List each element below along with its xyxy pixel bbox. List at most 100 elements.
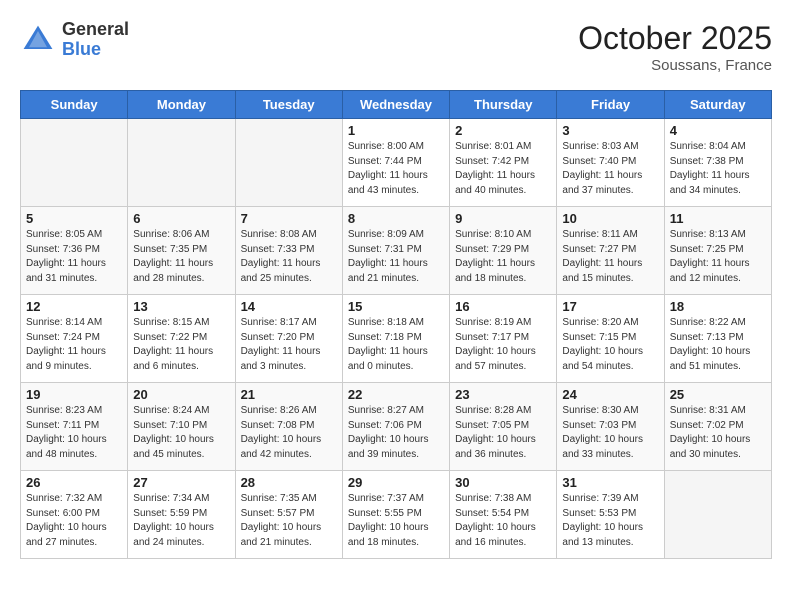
day-info: Sunrise: 8:06 AM Sunset: 7:35 PM Dayligh… [133,228,229,286]
day-number: 10 [562,211,658,226]
page-header: General Blue October 2025 Soussans, Fran… [20,20,772,74]
day-number: 6 [133,211,229,226]
day-info: Sunrise: 8:01 AM Sunset: 7:42 PM Dayligh… [455,140,551,198]
calendar-cell: 13 Sunrise: 8:15 AM Sunset: 7:22 PM Dayli… [128,295,235,383]
day-number: 28 [241,475,337,490]
day-number: 20 [133,387,229,402]
day-info: Sunrise: 8:24 AM Sunset: 7:10 PM Dayligh… [133,404,229,462]
calendar-subtitle: Soussans, France [578,57,772,74]
day-number: 29 [348,475,444,490]
calendar-cell: 18 Sunrise: 8:22 AM Sunset: 7:13 PM Dayli… [664,295,771,383]
day-number: 18 [670,299,766,314]
calendar-cell: 15 Sunrise: 8:18 AM Sunset: 7:18 PM Dayli… [342,295,449,383]
day-info: Sunrise: 8:14 AM Sunset: 7:24 PM Dayligh… [26,316,122,374]
day-number: 23 [455,387,551,402]
day-number: 2 [455,123,551,138]
day-number: 11 [670,211,766,226]
calendar-table: SundayMondayTuesdayWednesdayThursdayFrid… [20,90,772,559]
calendar-cell: 16 Sunrise: 8:19 AM Sunset: 7:17 PM Dayli… [450,295,557,383]
day-number: 4 [670,123,766,138]
day-info: Sunrise: 8:05 AM Sunset: 7:36 PM Dayligh… [26,228,122,286]
calendar-cell: 10Sunrise: 8:11 AM Sunset: 7:27 PM Dayli… [557,207,664,295]
calendar-cell: 3Sunrise: 8:03 AM Sunset: 7:40 PM Daylig… [557,119,664,207]
day-info: Sunrise: 8:03 AM Sunset: 7:40 PM Dayligh… [562,140,658,198]
day-number: 14 [241,299,337,314]
logo-icon [20,22,56,58]
day-info: Sunrise: 8:26 AM Sunset: 7:08 PM Dayligh… [241,404,337,462]
calendar-cell: 1Sunrise: 8:00 AM Sunset: 7:44 PM Daylig… [342,119,449,207]
day-info: Sunrise: 8:15 AM Sunset: 7:22 PM Dayligh… [133,316,229,374]
day-info: Sunrise: 8:22 AM Sunset: 7:13 PM Dayligh… [670,316,766,374]
day-number: 8 [348,211,444,226]
day-info: Sunrise: 8:13 AM Sunset: 7:25 PM Dayligh… [670,228,766,286]
calendar-cell: 17Sunrise: 8:20 AM Sunset: 7:15 PM Dayli… [557,295,664,383]
day-info: Sunrise: 7:35 AM Sunset: 5:57 PM Dayligh… [241,492,337,550]
day-number: 22 [348,387,444,402]
day-info: Sunrise: 8:17 AM Sunset: 7:20 PM Dayligh… [241,316,337,374]
calendar-cell [235,119,342,207]
day-info: Sunrise: 7:34 AM Sunset: 5:59 PM Dayligh… [133,492,229,550]
day-number: 12 [26,299,122,314]
day-info: Sunrise: 8:31 AM Sunset: 7:02 PM Dayligh… [670,404,766,462]
calendar-cell: 31 Sunrise: 7:39 AM Sunset: 5:53 PM Dayli… [557,471,664,559]
calendar-title: October 2025 [578,20,772,57]
day-info: Sunrise: 8:27 AM Sunset: 7:06 PM Dayligh… [348,404,444,462]
calendar-cell: 19 Sunrise: 8:23 AM Sunset: 7:11 PM Dayli… [21,383,128,471]
logo-general: General [62,20,129,40]
week-row-4: 19 Sunrise: 8:23 AM Sunset: 7:11 PM Dayli… [21,383,772,471]
day-of-week-saturday: Saturday [664,91,771,119]
logo: General Blue [20,20,129,60]
day-number: 19 [26,387,122,402]
calendar-cell [664,471,771,559]
day-number: 7 [241,211,337,226]
calendar-cell: 24Sunrise: 8:30 AM Sunset: 7:03 PM Dayli… [557,383,664,471]
calendar-cell [128,119,235,207]
day-number: 30 [455,475,551,490]
day-info: Sunrise: 8:30 AM Sunset: 7:03 PM Dayligh… [562,404,658,462]
calendar-cell: 23 Sunrise: 8:28 AM Sunset: 7:05 PM Dayli… [450,383,557,471]
day-info: Sunrise: 7:39 AM Sunset: 5:53 PM Dayligh… [562,492,658,550]
day-info: Sunrise: 8:28 AM Sunset: 7:05 PM Dayligh… [455,404,551,462]
calendar-cell [21,119,128,207]
calendar-cell: 4Sunrise: 8:04 AM Sunset: 7:38 PM Daylig… [664,119,771,207]
day-info: Sunrise: 8:00 AM Sunset: 7:44 PM Dayligh… [348,140,444,198]
calendar-cell: 2 Sunrise: 8:01 AM Sunset: 7:42 PM Daylig… [450,119,557,207]
calendar-cell: 14 Sunrise: 8:17 AM Sunset: 7:20 PM Dayli… [235,295,342,383]
day-number: 5 [26,211,122,226]
day-number: 21 [241,387,337,402]
day-of-week-wednesday: Wednesday [342,91,449,119]
week-row-5: 26Sunrise: 7:32 AM Sunset: 6:00 PM Dayli… [21,471,772,559]
day-info: Sunrise: 8:18 AM Sunset: 7:18 PM Dayligh… [348,316,444,374]
week-row-3: 12 Sunrise: 8:14 AM Sunset: 7:24 PM Dayli… [21,295,772,383]
logo-text: General Blue [62,20,129,60]
day-number: 17 [562,299,658,314]
title-block: October 2025 Soussans, France [578,20,772,74]
day-info: Sunrise: 8:10 AM Sunset: 7:29 PM Dayligh… [455,228,551,286]
day-number: 15 [348,299,444,314]
calendar-cell: 30Sunrise: 7:38 AM Sunset: 5:54 PM Dayli… [450,471,557,559]
calendar-cell: 21 Sunrise: 8:26 AM Sunset: 7:08 PM Dayli… [235,383,342,471]
day-number: 25 [670,387,766,402]
day-of-week-thursday: Thursday [450,91,557,119]
calendar-cell: 28 Sunrise: 7:35 AM Sunset: 5:57 PM Dayli… [235,471,342,559]
calendar-cell: 7 Sunrise: 8:08 AM Sunset: 7:33 PM Daylig… [235,207,342,295]
calendar-body: 1Sunrise: 8:00 AM Sunset: 7:44 PM Daylig… [21,119,772,559]
calendar-header: SundayMondayTuesdayWednesdayThursdayFrid… [21,91,772,119]
calendar-cell: 9 Sunrise: 8:10 AM Sunset: 7:29 PM Daylig… [450,207,557,295]
day-info: Sunrise: 8:23 AM Sunset: 7:11 PM Dayligh… [26,404,122,462]
calendar-cell: 20 Sunrise: 8:24 AM Sunset: 7:10 PM Dayli… [128,383,235,471]
day-info: Sunrise: 8:19 AM Sunset: 7:17 PM Dayligh… [455,316,551,374]
logo-blue: Blue [62,40,129,60]
day-number: 9 [455,211,551,226]
calendar-cell: 29Sunrise: 7:37 AM Sunset: 5:55 PM Dayli… [342,471,449,559]
day-number: 13 [133,299,229,314]
day-number: 16 [455,299,551,314]
calendar-cell: 25 Sunrise: 8:31 AM Sunset: 7:02 PM Dayli… [664,383,771,471]
day-number: 31 [562,475,658,490]
calendar-cell: 11 Sunrise: 8:13 AM Sunset: 7:25 PM Dayli… [664,207,771,295]
calendar-cell: 12 Sunrise: 8:14 AM Sunset: 7:24 PM Dayli… [21,295,128,383]
day-of-week-monday: Monday [128,91,235,119]
day-number: 27 [133,475,229,490]
day-info: Sunrise: 8:08 AM Sunset: 7:33 PM Dayligh… [241,228,337,286]
week-row-2: 5 Sunrise: 8:05 AM Sunset: 7:36 PM Daylig… [21,207,772,295]
